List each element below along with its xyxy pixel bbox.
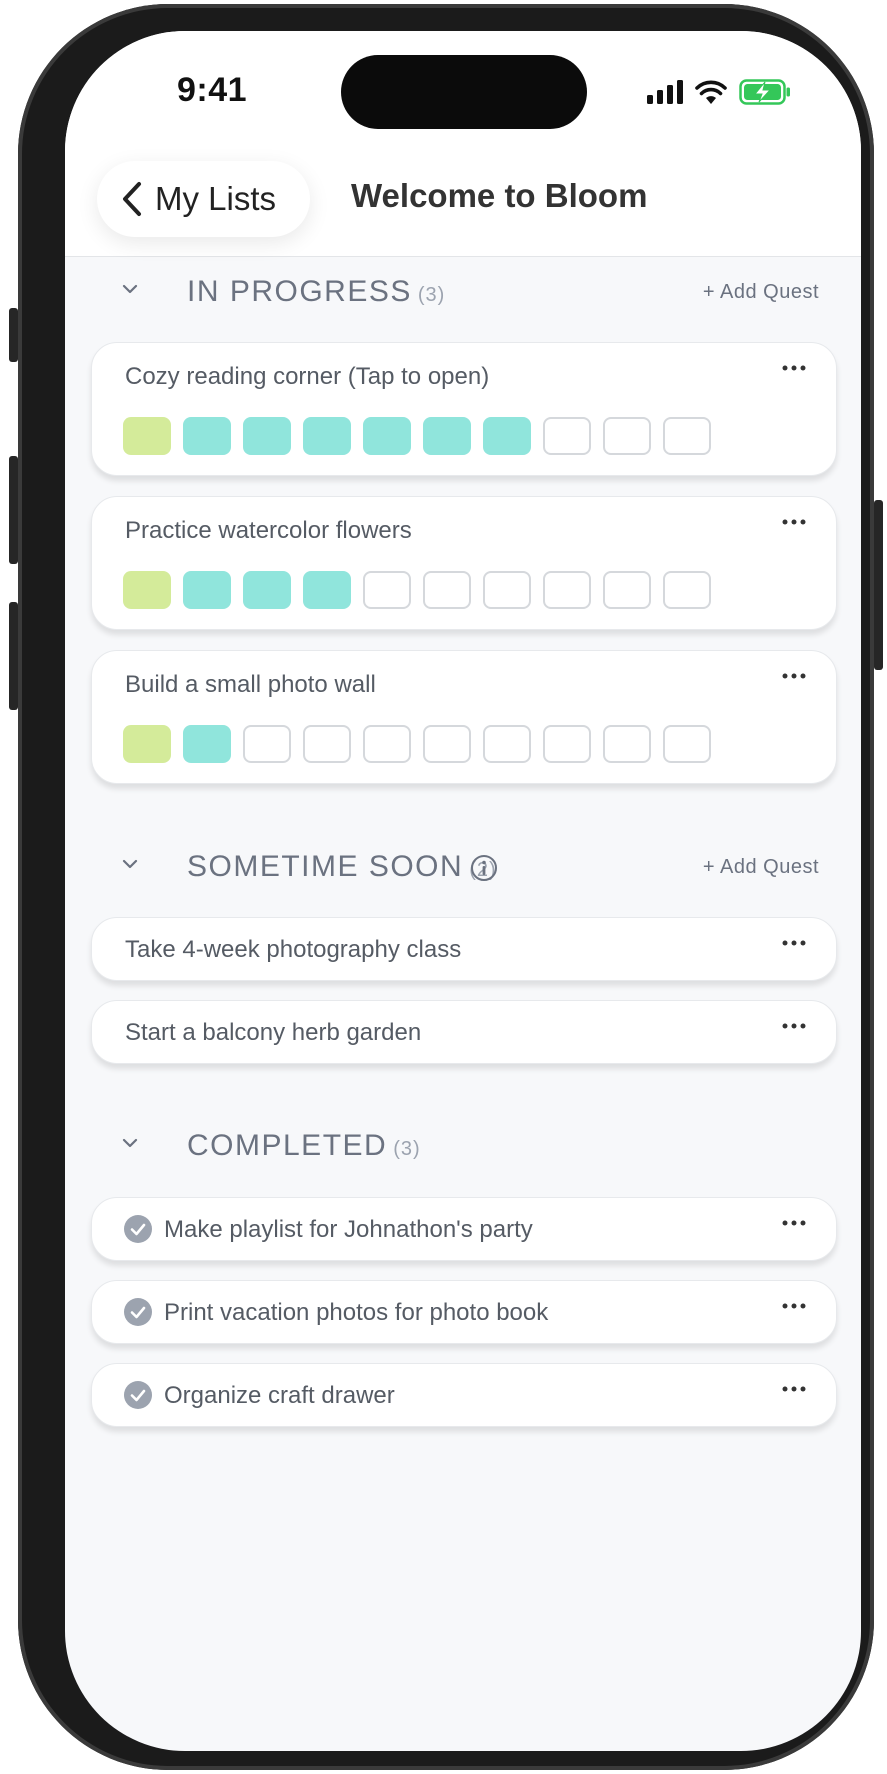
power-button [874, 500, 883, 670]
progress-block-teal [243, 417, 291, 455]
progress-block-empty [543, 571, 591, 609]
progress-block-empty [363, 725, 411, 763]
section-header-completed: COMPLETED (3) [65, 1123, 861, 1173]
info-icon[interactable] [470, 854, 498, 882]
section-count: (3) [417, 284, 446, 306]
progress-block-empty [663, 725, 711, 763]
cellular-signal-icon [647, 80, 683, 104]
progress-block-empty [243, 725, 291, 763]
completed-quest-card[interactable]: Print vacation photos for photo book [91, 1280, 837, 1344]
chevron-left-icon [123, 182, 141, 216]
back-button[interactable]: My Lists [97, 161, 311, 237]
add-quest-button[interactable]: + Add Quest [703, 281, 819, 304]
quest-card[interactable]: Practice watercolor flowers [91, 496, 837, 630]
section-header-in-progress: IN PROGRESS (3) + Add Quest [65, 269, 861, 319]
quest-title: Practice watercolor flowers [125, 517, 412, 544]
quest-card[interactable]: Build a small photo wall [91, 650, 837, 784]
progress-block-empty [423, 571, 471, 609]
more-options-icon[interactable] [782, 940, 806, 946]
status-time: 9:41 [177, 71, 248, 109]
progress-block-empty [483, 571, 531, 609]
more-options-icon[interactable] [782, 1303, 806, 1309]
progress-block-teal [243, 571, 291, 609]
progress-block-empty [603, 571, 651, 609]
chevron-down-icon[interactable] [122, 858, 138, 870]
quest-title: Build a small photo wall [125, 671, 376, 698]
dynamic-island [341, 55, 587, 129]
progress-blocks [123, 725, 711, 763]
progress-block-empty [663, 571, 711, 609]
progress-blocks [123, 571, 711, 609]
more-options-icon[interactable] [782, 519, 806, 525]
completed-quest-card[interactable]: Make playlist for Johnathon's party [91, 1197, 837, 1261]
quest-card[interactable]: Start a balcony herb garden [91, 1000, 837, 1064]
progress-block-teal [183, 571, 231, 609]
progress-block-lime [123, 571, 171, 609]
progress-block-empty [603, 725, 651, 763]
section-header-sometime-soon: SOMETIME SOON(2) + Add Quest [65, 844, 861, 894]
progress-block-lime [123, 417, 171, 455]
volume-down-button [9, 602, 18, 710]
back-button-label: My Lists [155, 180, 277, 217]
progress-block-teal [303, 417, 351, 455]
silent-switch [9, 308, 18, 362]
quest-title: Print vacation photos for photo book [164, 1299, 549, 1326]
progress-block-empty [423, 725, 471, 763]
quest-title: Make playlist for Johnathon's party [164, 1216, 533, 1243]
progress-block-empty [483, 725, 531, 763]
quest-title: Organize craft drawer [164, 1382, 395, 1409]
wifi-icon [695, 80, 727, 104]
progress-block-teal [183, 417, 231, 455]
progress-block-teal [483, 417, 531, 455]
progress-block-teal [363, 417, 411, 455]
quest-title: Start a balcony herb garden [125, 1019, 422, 1046]
quest-title: Take 4-week photography class [125, 936, 462, 963]
progress-block-empty [543, 725, 591, 763]
progress-block-empty [363, 571, 411, 609]
quest-card[interactable]: Cozy reading corner (Tap to open) [91, 342, 837, 476]
battery-charging-icon [739, 79, 790, 105]
phone-frame: 9:41 My Lists Welcome to Bloom IN PROGRE… [9, 4, 883, 1770]
progress-block-lime [123, 725, 171, 763]
volume-up-button [9, 456, 18, 564]
add-quest-button[interactable]: + Add Quest [703, 856, 819, 879]
progress-block-empty [543, 417, 591, 455]
status-icons [647, 77, 791, 107]
more-options-icon[interactable] [782, 673, 806, 679]
progress-block-teal [423, 417, 471, 455]
completed-quest-card[interactable]: Organize craft drawer [91, 1363, 837, 1427]
more-options-icon[interactable] [782, 1220, 806, 1226]
quest-card[interactable]: Take 4-week photography class [91, 917, 837, 981]
chevron-down-icon[interactable] [122, 283, 138, 295]
check-circle-icon[interactable] [124, 1215, 152, 1243]
chevron-down-icon[interactable] [122, 1137, 138, 1149]
section-title-sometime-soon: SOMETIME SOON(2) [187, 850, 497, 884]
check-circle-icon[interactable] [124, 1298, 152, 1326]
status-bar: 9:41 [65, 31, 861, 141]
more-options-icon[interactable] [782, 1023, 806, 1029]
progress-block-empty [603, 417, 651, 455]
progress-block-teal [303, 571, 351, 609]
section-title-completed: COMPLETED (3) [187, 1129, 421, 1162]
section-count: (3) [393, 1138, 421, 1160]
section-title-in-progress: IN PROGRESS (3) [187, 275, 446, 308]
page-title: Welcome to Bloom [351, 177, 648, 214]
screen: 9:41 My Lists Welcome to Bloom IN PROGRE… [65, 31, 861, 1751]
progress-block-empty [303, 725, 351, 763]
progress-blocks [123, 417, 711, 455]
progress-block-teal [183, 725, 231, 763]
progress-block-empty [663, 417, 711, 455]
check-circle-icon[interactable] [124, 1381, 152, 1409]
navigation-bar: My Lists Welcome to Bloom [65, 141, 861, 257]
more-options-icon[interactable] [782, 1386, 806, 1392]
more-options-icon[interactable] [782, 365, 806, 371]
quest-title: Cozy reading corner (Tap to open) [125, 363, 490, 390]
